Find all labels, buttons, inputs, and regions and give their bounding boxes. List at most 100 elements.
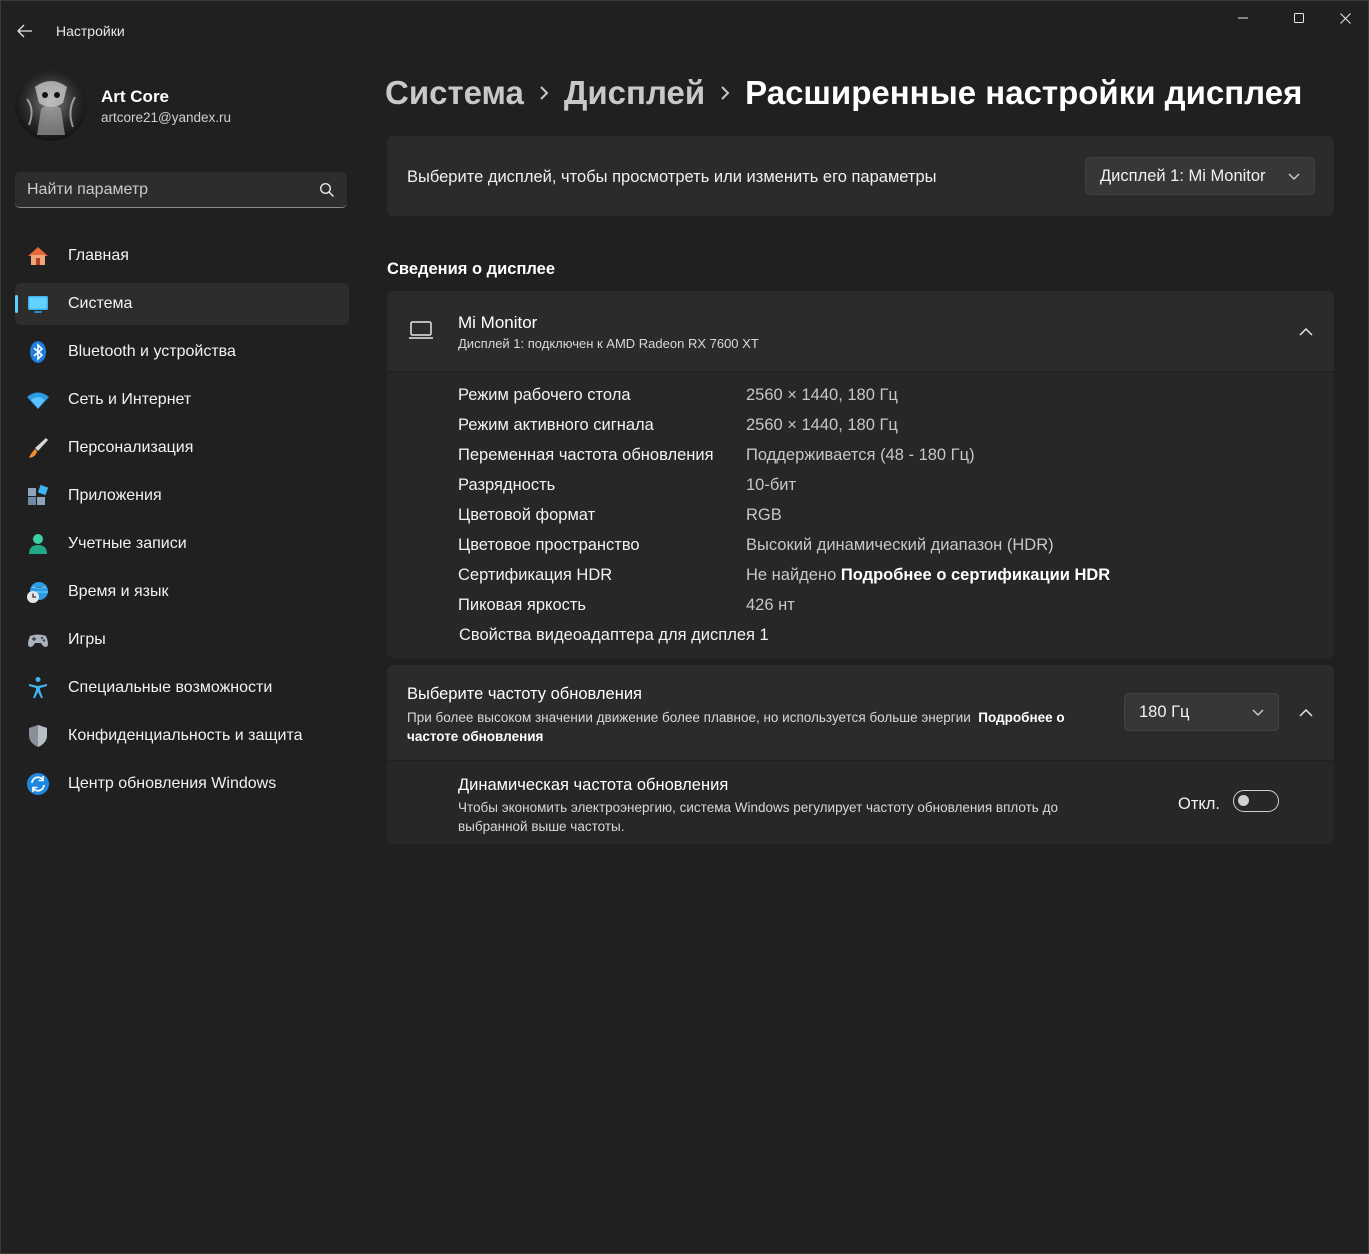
display-dropdown[interactable]: Дисплей 1: Mi Monitor bbox=[1085, 157, 1315, 195]
dynamic-refresh-description: Чтобы экономить электроэнергию, система … bbox=[458, 800, 1058, 834]
refresh-rate-value: 180 Гц bbox=[1139, 703, 1190, 721]
info-value: 426 нт bbox=[746, 596, 795, 614]
sidebar-item-label: Персонализация bbox=[68, 439, 194, 456]
info-value: 10-бит bbox=[746, 476, 797, 494]
info-key: Сертификация HDR bbox=[458, 566, 613, 584]
shield-icon bbox=[26, 724, 50, 748]
settings-window: Настройки Art Core artcore21@yandex.ru Н… bbox=[0, 0, 1369, 1254]
info-value: 2560 × 1440, 180 Гц bbox=[746, 416, 898, 434]
time-language-icon bbox=[26, 580, 50, 604]
accessibility-icon bbox=[26, 676, 50, 700]
sidebar-item-bluetooth[interactable]: Bluetooth и устройства bbox=[15, 331, 349, 373]
info-key: Цветовое пространство bbox=[458, 536, 640, 554]
minimize-icon bbox=[1238, 17, 1248, 19]
sidebar-item-home[interactable]: Главная bbox=[15, 235, 349, 277]
chevron-down-icon bbox=[1288, 173, 1300, 180]
info-row: Сертификация HDR Не найдено Подробнее о … bbox=[458, 566, 1110, 590]
collapse-button[interactable] bbox=[1291, 697, 1321, 727]
display-info-body: Режим рабочего стола 2560 × 1440, 180 Гц… bbox=[387, 372, 1334, 658]
chevron-right-icon bbox=[524, 85, 564, 101]
refresh-rate-dropdown[interactable]: 180 Гц bbox=[1124, 693, 1279, 731]
sidebar-item-label: Система bbox=[68, 295, 133, 312]
search-input[interactable] bbox=[15, 172, 319, 208]
account-icon bbox=[26, 532, 50, 556]
wifi-icon bbox=[26, 388, 50, 412]
sidebar-item-accounts[interactable]: Учетные записи bbox=[15, 523, 349, 565]
collapse-button[interactable] bbox=[1291, 316, 1321, 346]
chevron-up-icon bbox=[1299, 327, 1313, 336]
display-info-header[interactable]: Mi Monitor Дисплей 1: подключен к AMD Ra… bbox=[387, 291, 1334, 372]
apps-icon bbox=[26, 484, 50, 508]
adapter-properties-link[interactable]: Свойства видеоадаптера для дисплея 1 bbox=[459, 626, 769, 645]
sidebar-item-personalization[interactable]: Персонализация bbox=[15, 427, 349, 469]
back-arrow-icon bbox=[17, 24, 32, 38]
sidebar-item-gaming[interactable]: Игры bbox=[15, 619, 349, 661]
info-key: Переменная частота обновления bbox=[458, 446, 714, 464]
breadcrumb-display[interactable]: Дисплей bbox=[564, 74, 705, 112]
sidebar-item-label: Bluetooth и устройства bbox=[68, 343, 236, 360]
app-title: Настройки bbox=[56, 23, 125, 39]
refresh-rate-title: Выберите частоту обновления bbox=[407, 685, 642, 703]
info-key: Режим активного сигнала bbox=[458, 416, 654, 434]
sidebar-item-network[interactable]: Сеть и Интернет bbox=[15, 379, 349, 421]
info-value: Высокий динамический диапазон (HDR) bbox=[746, 536, 1054, 554]
search-icon[interactable] bbox=[319, 182, 335, 198]
sidebar-item-accessibility[interactable]: Специальные возможности bbox=[15, 667, 349, 709]
info-row: Режим рабочего стола 2560 × 1440, 180 Гц bbox=[458, 386, 898, 410]
sidebar-item-label: Сеть и Интернет bbox=[68, 391, 192, 408]
dynamic-refresh-title: Динамическая частота обновления bbox=[458, 776, 729, 794]
toggle-knob bbox=[1238, 795, 1249, 806]
sidebar-item-label: Учетные записи bbox=[68, 535, 187, 552]
refresh-rate-description: При более высоком значении движение боле… bbox=[407, 708, 1107, 746]
info-value: 2560 × 1440, 180 Гц bbox=[746, 386, 898, 404]
sidebar-item-system[interactable]: Система bbox=[15, 283, 349, 325]
display-select-label: Выберите дисплей, чтобы просмотреть или … bbox=[407, 168, 937, 186]
dynamic-refresh-toggle[interactable] bbox=[1233, 790, 1279, 812]
info-value: Не найдено bbox=[746, 566, 837, 584]
update-icon bbox=[26, 772, 50, 796]
search-box[interactable] bbox=[15, 172, 347, 208]
gamepad-icon bbox=[26, 628, 50, 652]
breadcrumb: Система Дисплей Расширенные настройки ди… bbox=[385, 71, 1302, 115]
info-row: Режим активного сигнала 2560 × 1440, 180… bbox=[458, 416, 898, 440]
title-bar: Настройки bbox=[1, 1, 1368, 61]
info-row: Разрядность 10-бит bbox=[458, 476, 796, 500]
info-row: Цветовое пространство Высокий динамическ… bbox=[458, 536, 1054, 560]
breadcrumb-system[interactable]: Система bbox=[385, 74, 524, 112]
back-button[interactable] bbox=[11, 19, 39, 43]
section-title: Сведения о дисплее bbox=[387, 260, 556, 278]
sidebar-item-label: Время и язык bbox=[68, 583, 169, 600]
info-row: Пиковая яркость 426 нт bbox=[458, 596, 795, 620]
sidebar-item-label: Конфиденциальность и защита bbox=[68, 727, 303, 744]
sidebar-nav: Главная Система Bluetooth и устройства С… bbox=[15, 235, 349, 811]
user-profile[interactable]: Art Core artcore21@yandex.ru bbox=[15, 69, 345, 143]
monitor-name: Mi Monitor bbox=[458, 313, 538, 332]
maximize-icon bbox=[1294, 13, 1304, 23]
display-info-card: Mi Monitor Дисплей 1: подключен к AMD Ra… bbox=[387, 291, 1334, 658]
info-key: Разрядность bbox=[458, 476, 556, 494]
minimize-button[interactable] bbox=[1220, 1, 1266, 35]
info-key: Режим рабочего стола bbox=[458, 386, 631, 404]
profile-name: Art Core bbox=[101, 87, 170, 106]
bluetooth-icon bbox=[26, 340, 50, 364]
profile-email: artcore21@yandex.ru bbox=[101, 110, 232, 125]
sidebar-item-windows-update[interactable]: Центр обновления Windows bbox=[15, 763, 349, 805]
avatar bbox=[15, 69, 87, 141]
sidebar-item-label: Главная bbox=[68, 247, 129, 264]
sidebar-item-label: Приложения bbox=[68, 487, 162, 504]
hdr-certification-link[interactable]: Подробнее о сертификации HDR bbox=[841, 566, 1110, 584]
sidebar-item-label: Специальные возможности bbox=[68, 679, 273, 696]
sidebar-item-privacy[interactable]: Конфиденциальность и защита bbox=[15, 715, 349, 757]
maximize-button[interactable] bbox=[1276, 1, 1322, 35]
display-dropdown-value: Дисплей 1: Mi Monitor bbox=[1100, 167, 1266, 185]
sidebar-item-label: Игры bbox=[68, 631, 106, 648]
sidebar-item-apps[interactable]: Приложения bbox=[15, 475, 349, 517]
laptop-icon bbox=[409, 321, 433, 339]
refresh-rate-description-text: При более высоком значении движение боле… bbox=[407, 710, 971, 725]
info-row: Цветовой формат RGB bbox=[458, 506, 782, 530]
info-value: RGB bbox=[746, 506, 782, 524]
info-key: Цветовой формат bbox=[458, 506, 596, 524]
close-button[interactable] bbox=[1322, 1, 1368, 35]
sidebar-item-label: Центр обновления Windows bbox=[68, 775, 277, 792]
sidebar-item-time-language[interactable]: Время и язык bbox=[15, 571, 349, 613]
